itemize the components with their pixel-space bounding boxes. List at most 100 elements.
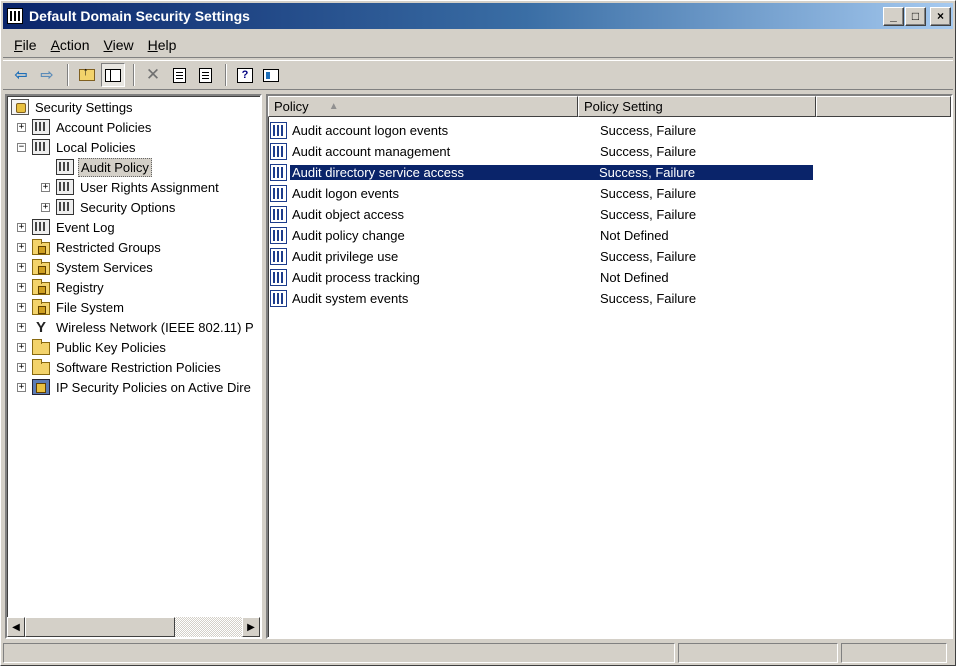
list-item[interactable]: Audit object access Success, Failure xyxy=(270,204,816,225)
tree-item-event-log[interactable]: + Event Log xyxy=(17,217,117,237)
maximize-button[interactable]: □ xyxy=(905,6,926,26)
tree-item-label: Account Policies xyxy=(56,119,152,135)
forward-arrow-icon: ⇨ xyxy=(40,67,54,84)
locked-folder-icon xyxy=(32,238,50,255)
scroll-thumb[interactable] xyxy=(25,617,175,637)
menu-action[interactable]: Action xyxy=(44,35,97,55)
mmc-app-icon[interactable] xyxy=(7,8,23,24)
help-button[interactable]: ? xyxy=(233,63,257,87)
menu-bar: File Action View Help xyxy=(3,32,953,58)
policy-setting: Not Defined xyxy=(600,270,669,285)
list-item-selected[interactable]: Audit directory service access Success, … xyxy=(270,162,816,183)
policy-setting: Success, Failure xyxy=(600,207,697,222)
tree-item-wireless-network[interactable]: + Y Wireless Network (IEEE 802.11) P xyxy=(17,317,256,337)
tree-horizontal-scrollbar[interactable]: ◀ ▶ xyxy=(7,617,260,637)
menu-help[interactable]: Help xyxy=(141,35,184,55)
list-item[interactable]: Audit privilege use Success, Failure xyxy=(270,246,816,267)
menu-view[interactable]: View xyxy=(97,35,141,55)
tree-item-label: Restricted Groups xyxy=(56,239,161,255)
tree-item-label: Software Restriction Policies xyxy=(56,359,221,375)
expand-icon[interactable]: + xyxy=(17,242,26,252)
tree-item-security-settings[interactable]: Security Settings xyxy=(11,97,135,117)
security-settings-icon xyxy=(11,99,29,115)
tree-item-audit-policy[interactable]: Audit Policy xyxy=(56,157,152,177)
audit-policy-icon xyxy=(270,248,287,265)
status-pane-3 xyxy=(841,643,947,663)
back-arrow-icon: ⇦ xyxy=(14,67,28,84)
audit-policy-icon xyxy=(270,290,287,307)
policy-name: Audit process tracking xyxy=(292,270,420,285)
export-list-button[interactable] xyxy=(193,63,217,87)
audit-policy-icon xyxy=(270,227,287,244)
forward-button[interactable]: ⇨ xyxy=(35,63,59,87)
expand-icon[interactable]: + xyxy=(17,122,26,132)
back-button[interactable]: ⇦ xyxy=(9,63,33,87)
tree-item-system-services[interactable]: + System Services xyxy=(17,257,155,277)
up-one-level-button[interactable] xyxy=(75,63,99,87)
expand-icon[interactable]: + xyxy=(41,202,50,212)
console-tree-pane: Security Settings + Account Policies − L… xyxy=(5,94,262,639)
policy-name: Audit directory service access xyxy=(290,165,583,180)
expand-icon[interactable]: + xyxy=(17,342,26,352)
tree-item-label: User Rights Assignment xyxy=(80,179,219,195)
column-header-policy-setting[interactable]: Policy Setting xyxy=(578,96,816,117)
tree-item-account-policies[interactable]: + Account Policies xyxy=(17,117,153,137)
tree-item-file-system[interactable]: + File System xyxy=(17,297,126,317)
delete-button[interactable]: ✕ xyxy=(141,63,165,87)
policy-setting: Success, Failure xyxy=(600,186,697,201)
console-tree: Security Settings + Account Policies − L… xyxy=(7,96,260,614)
show-hide-action-pane-icon xyxy=(263,68,279,82)
show-hide-tree-button[interactable] xyxy=(101,63,125,87)
column-header-label: Policy xyxy=(274,99,309,114)
status-bar xyxy=(3,643,953,665)
column-header-policy[interactable]: Policy ▲ xyxy=(268,96,578,117)
list-item[interactable]: Audit system events Success, Failure xyxy=(270,288,816,309)
tree-item-label: Event Log xyxy=(56,219,115,235)
expand-icon[interactable]: + xyxy=(17,362,26,372)
show-hide-tree-icon xyxy=(105,68,121,82)
close-button[interactable]: × xyxy=(930,6,951,26)
tree-item-local-policies[interactable]: − Local Policies xyxy=(17,137,138,157)
scroll-track[interactable] xyxy=(25,617,242,637)
antenna-icon: Y xyxy=(35,318,46,336)
expand-icon[interactable]: + xyxy=(41,182,50,192)
scroll-right-button[interactable]: ▶ xyxy=(242,617,260,637)
list-item[interactable]: Audit account management Success, Failur… xyxy=(270,141,816,162)
expand-icon[interactable]: + xyxy=(17,322,26,332)
policy-icon xyxy=(56,199,74,215)
collapse-icon[interactable]: − xyxy=(17,142,26,152)
expand-icon[interactable]: + xyxy=(17,382,26,392)
tree-item-security-options[interactable]: + Security Options xyxy=(41,197,177,217)
list-item[interactable]: Audit policy change Not Defined xyxy=(270,225,816,246)
tree-item-public-key-policies[interactable]: + Public Key Policies xyxy=(17,337,168,357)
audit-policy-icon xyxy=(270,143,287,160)
tree-item-restricted-groups[interactable]: + Restricted Groups xyxy=(17,237,163,257)
policy-setting: Success, Failure xyxy=(600,249,697,264)
audit-policy-icon xyxy=(270,122,287,139)
expand-icon[interactable]: + xyxy=(17,282,26,292)
policy-setting: Success, Failure xyxy=(600,291,697,306)
properties-icon xyxy=(172,67,186,83)
tree-item-ip-security-policies[interactable]: + IP Security Policies on Active Dire xyxy=(17,377,253,397)
menu-file[interactable]: File xyxy=(7,35,44,55)
list-item[interactable]: Audit account logon events Success, Fail… xyxy=(270,120,816,141)
show-hide-action-pane-button[interactable] xyxy=(259,63,283,87)
tree-item-user-rights-assignment[interactable]: + User Rights Assignment xyxy=(41,177,221,197)
list-item[interactable]: Audit process tracking Not Defined xyxy=(270,267,816,288)
list-item[interactable]: Audit logon events Success, Failure xyxy=(270,183,816,204)
tree-item-software-restriction-policies[interactable]: + Software Restriction Policies xyxy=(17,357,223,377)
tree-item-registry[interactable]: + Registry xyxy=(17,277,106,297)
locked-folder-icon xyxy=(32,258,50,275)
expand-icon[interactable]: + xyxy=(17,262,26,272)
policy-name: Audit logon events xyxy=(292,186,399,201)
scroll-left-button[interactable]: ◀ xyxy=(7,617,25,637)
audit-policy-icon xyxy=(270,185,287,202)
expand-icon[interactable]: + xyxy=(17,302,26,312)
policy-name: Audit account management xyxy=(292,144,451,159)
locked-folder-icon xyxy=(32,298,50,315)
title-bar[interactable]: Default Domain Security Settings _ □ × xyxy=(3,3,953,29)
expand-icon[interactable]: + xyxy=(17,222,26,232)
policy-name: Audit privilege use xyxy=(292,249,399,264)
properties-button[interactable] xyxy=(167,63,191,87)
minimize-button[interactable]: _ xyxy=(883,6,904,26)
